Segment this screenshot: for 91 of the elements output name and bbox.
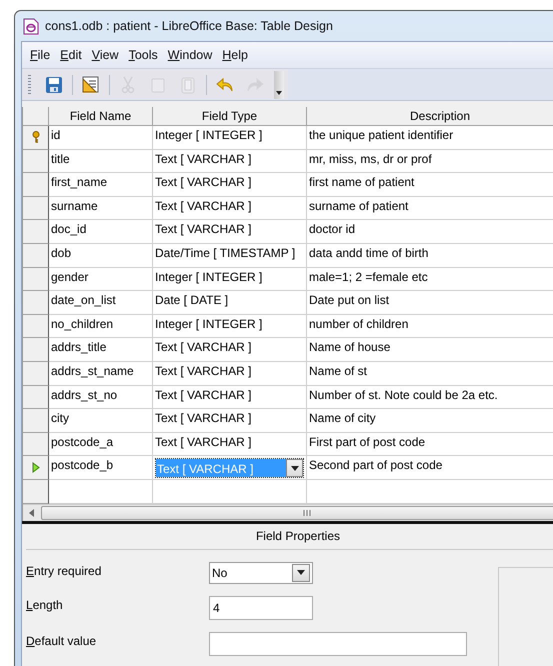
row-header[interactable]	[23, 409, 49, 433]
table-cell: no_children	[49, 314, 153, 338]
copy-icon	[150, 76, 166, 94]
table-cell: Text [ VARCHAR ]	[153, 386, 307, 410]
table-cell: first name of patient	[307, 173, 553, 197]
undo-icon	[216, 76, 234, 94]
column-header[interactable]: Description	[307, 107, 553, 126]
dropdown-arrow-icon	[290, 466, 298, 471]
column-header[interactable]: Field Name	[49, 107, 153, 126]
table-cell: dob	[49, 244, 153, 268]
field-label: Length	[26, 596, 64, 614]
table-cell: surname	[49, 196, 153, 220]
table-cell: date_on_list	[49, 291, 153, 315]
table-cell: surname of patient	[307, 196, 553, 220]
table-cell: Date/Time [ TIMESTAMP ]	[153, 244, 307, 268]
table-cell: Text [ VARCHAR ]	[153, 173, 307, 197]
input-field[interactable]	[209, 632, 467, 656]
menu-item[interactable]: Window	[162, 45, 218, 65]
horizontal-scrollbar[interactable]	[23, 504, 553, 520]
row-header[interactable]	[23, 150, 49, 174]
row-header[interactable]	[23, 244, 49, 268]
table-cell: Integer [ INTEGER ]	[153, 126, 307, 150]
table-cell: Text [ VARCHAR ]	[153, 432, 307, 456]
table-cell: Number of st. Note could be 2a etc.	[307, 386, 553, 410]
table-cell: Text [ VARCHAR ]	[153, 220, 307, 244]
table-cell: title	[49, 150, 153, 174]
table-cell: Name of city	[307, 409, 553, 433]
toolbar-overflow-button[interactable]	[274, 70, 284, 98]
field-label: Entry required	[26, 562, 102, 580]
table-cell: the unique patient identifier	[307, 126, 553, 150]
row-header[interactable]	[23, 173, 49, 197]
table-cell: Text [ VARCHAR ]	[153, 362, 307, 386]
database-app-icon	[23, 18, 39, 34]
window-title: cons1.odb : patient - LibreOffice Base: Table Design	[45, 19, 333, 33]
table-cell: doctor id	[307, 220, 553, 244]
table-cell: Date [ DATE ]	[153, 291, 307, 315]
menu-item[interactable]: File	[25, 45, 56, 65]
save-icon	[45, 76, 63, 94]
scroll-left-icon[interactable]	[27, 508, 37, 518]
menu-item[interactable]: Help	[217, 45, 253, 65]
row-header[interactable]	[23, 268, 49, 292]
table-cell: male=1; 2 =female etc	[307, 268, 553, 292]
table-cell: Integer [ INTEGER ]	[153, 268, 307, 292]
row-header[interactable]	[23, 196, 49, 220]
table-cell: Integer [ INTEGER ]	[153, 314, 307, 338]
table-cell: gender	[49, 268, 153, 292]
column-header[interactable]: Field Type	[153, 107, 307, 126]
menu-item[interactable]: Edit	[55, 45, 87, 65]
table-cell: Name of st	[307, 362, 553, 386]
table-cell: Date put on list	[307, 291, 553, 315]
table-cell: addrs_title	[49, 338, 153, 362]
row-header[interactable]	[23, 338, 49, 362]
table-cell: addrs_st_name	[49, 362, 153, 386]
table-cell: mr, miss, ms, dr or prof	[307, 150, 553, 174]
table-cell: number of children	[307, 314, 553, 338]
current-row-arrow-icon	[32, 462, 40, 474]
dropdown-field[interactable]: No	[209, 562, 313, 584]
table-cell: postcode_a	[49, 432, 153, 456]
row-header[interactable]	[23, 362, 49, 386]
row-header[interactable]	[23, 291, 49, 315]
clipboard-icon	[180, 76, 196, 94]
table-cell: Text [ VARCHAR ]	[153, 150, 307, 174]
table-cell: Name of house	[307, 338, 553, 362]
table-cell: first_name	[49, 173, 153, 197]
table-cell: First part of post code	[307, 432, 553, 456]
table-cell: Text [ VARCHAR ]	[153, 338, 307, 362]
row-header[interactable]	[23, 456, 49, 480]
caret-icon	[276, 90, 282, 94]
dropdown-arrow-icon	[297, 570, 305, 575]
row-header[interactable]	[23, 314, 49, 338]
key-icon	[32, 131, 40, 144]
row-header[interactable]	[23, 432, 49, 456]
row-header[interactable]	[23, 220, 49, 244]
table-cell: postcode_b	[49, 456, 153, 480]
table-cell: Text [ VARCHAR ]	[153, 409, 307, 433]
row-header[interactable]	[23, 386, 49, 410]
row-header[interactable]	[23, 480, 49, 504]
menu-item[interactable]: Tools	[124, 45, 163, 65]
table-cell: Text [ VARCHAR ]	[153, 196, 307, 220]
section-title: Field Properties	[26, 524, 553, 550]
input-field[interactable]: 4	[209, 596, 313, 620]
field-label: Default value	[26, 632, 98, 650]
table-cell: addrs_st_no	[49, 386, 153, 410]
table-cell: Second part of post code	[307, 456, 553, 480]
row-header[interactable]	[23, 126, 49, 150]
table-cell: data andd time of birth	[307, 244, 553, 268]
table-cell: id	[49, 126, 153, 150]
menu-item[interactable]: View	[86, 45, 124, 65]
grip-icon	[302, 510, 310, 516]
table-cell: city	[49, 409, 153, 433]
table-cell: doc_id	[49, 220, 153, 244]
